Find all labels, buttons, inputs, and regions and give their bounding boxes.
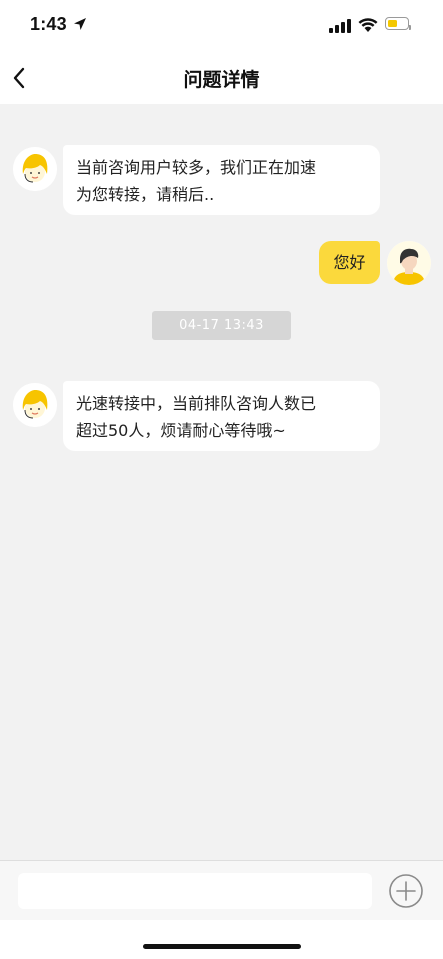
service-agent-avatar <box>13 383 57 427</box>
battery-level <box>387 19 397 27</box>
message-bubble-agent: 光速转接中，当前排队咨询人数已 超过50人，烦请耐心等待哦~ <box>63 381 380 451</box>
chat-area[interactable]: 当前咨询用户较多，我们正在加速 为您转接，请稍后.. 您好 04-17 13:4… <box>0 104 443 860</box>
message-line: 超过50人，烦请耐心等待哦~ <box>76 421 286 440</box>
message-input[interactable] <box>18 873 372 909</box>
timestamp-chip: 04-17 13:43 <box>152 311 291 340</box>
message-line: 为您转接，请稍后.. <box>76 185 215 204</box>
message-line: 光速转接中，当前排队咨询人数已 <box>76 394 317 413</box>
plus-circle-icon[interactable] <box>388 873 424 909</box>
message-bubble-agent: 当前咨询用户较多，我们正在加速 为您转接，请稍后.. <box>63 145 380 215</box>
home-area <box>0 920 443 959</box>
location-arrow-icon <box>74 18 86 30</box>
message-line: 您好 <box>333 253 366 272</box>
user-avatar <box>387 241 431 285</box>
nav-bar: 问题详情 <box>0 52 443 104</box>
message-line: 当前咨询用户较多，我们正在加速 <box>76 158 317 177</box>
message-bubble-user: 您好 <box>319 241 380 284</box>
service-agent-avatar-icon <box>13 147 57 191</box>
status-bar: 1:43 <box>0 0 443 52</box>
signal-icon <box>329 17 351 33</box>
user-avatar-icon <box>387 241 431 285</box>
input-bar <box>0 860 443 920</box>
battery-icon <box>385 17 411 30</box>
home-indicator[interactable] <box>143 944 301 949</box>
wifi-icon <box>358 18 378 32</box>
service-agent-avatar-icon <box>13 383 57 427</box>
page-title: 问题详情 <box>183 69 260 91</box>
service-agent-avatar <box>13 147 57 191</box>
status-time: 1:43 <box>30 14 67 34</box>
